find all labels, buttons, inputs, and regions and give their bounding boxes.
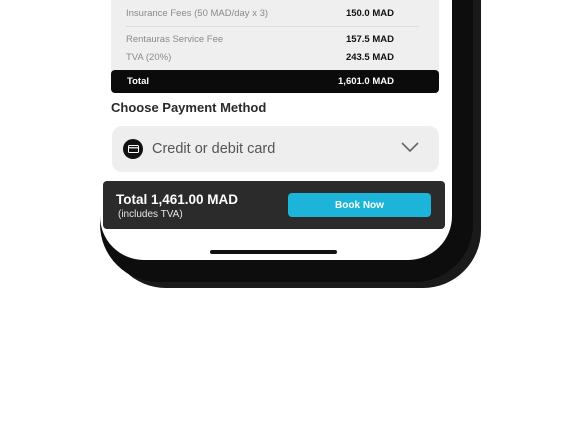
service-fee-value: 157.5 MAD <box>345 34 394 45</box>
phone-frame: Insurance Fees (50 MAD/day x 3) 150.0 MA… <box>100 0 473 282</box>
checkout-bar: Total 1,461.00 MAD (includes TVA) Book N… <box>103 181 445 229</box>
home-indicator[interactable] <box>210 250 337 254</box>
credit-card-icon <box>123 139 143 159</box>
service-fee-label: Rentauras Service Fee <box>126 34 224 45</box>
service-fee-row: Rentauras Service Fee 157.5 MAD <box>126 34 394 45</box>
payment-method-value: Credit or debit card <box>152 141 276 157</box>
price-summary-card: Insurance Fees (50 MAD/day x 3) 150.0 MA… <box>111 0 439 93</box>
insurance-fee-label: Insurance Fees (50 MAD/day x 3) <box>126 8 269 19</box>
tva-row: TVA (20%) 243.5 MAD <box>126 52 394 63</box>
summary-total-bar: Total 1,601.0 MAD <box>111 70 439 93</box>
book-now-button[interactable]: Book Now <box>288 193 431 217</box>
checkout-total: Total 1,461.00 MAD <box>116 192 239 207</box>
payment-section-title: Choose Payment Method <box>111 100 267 115</box>
summary-total-value: 1,601.0 MAD <box>338 76 394 87</box>
tva-label: TVA (20%) <box>126 52 172 63</box>
checkout-tva-note: (includes TVA) <box>118 209 183 220</box>
canvas: Insurance Fees (50 MAD/day x 3) 150.0 MA… <box>0 0 577 433</box>
insurance-fee-row: Insurance Fees (50 MAD/day x 3) 150.0 MA… <box>126 8 394 19</box>
insurance-fee-value: 150.0 MAD <box>345 8 394 19</box>
payment-method-select[interactable]: Credit or debit card <box>112 126 439 172</box>
tva-value: 243.5 MAD <box>345 52 394 63</box>
summary-total-label: Total <box>127 76 149 87</box>
chevron-down-icon[interactable] <box>401 140 419 158</box>
summary-divider <box>126 26 419 27</box>
phone-screen: Insurance Fees (50 MAD/day x 3) 150.0 MA… <box>100 0 452 260</box>
